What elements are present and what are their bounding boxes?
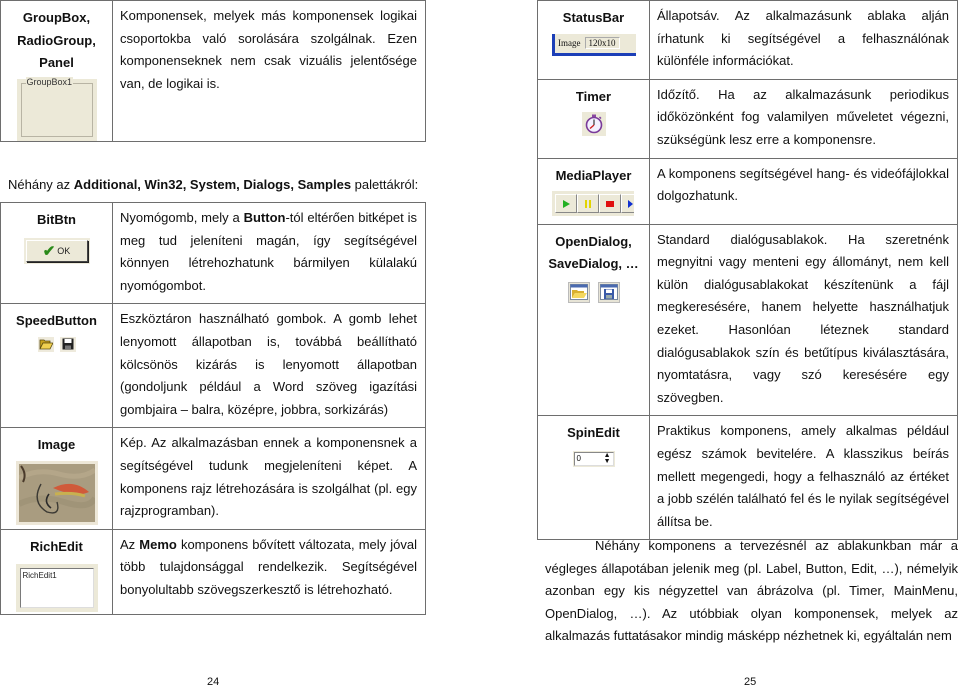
component-name: RadioGroup,: [17, 32, 96, 48]
table-row: MediaPlayer A komponens segítségével han…: [537, 157, 958, 225]
component-name-cell: StatusBar Image 120x10: [537, 0, 650, 80]
palette-names: Additional, Win32, System, Dialogs, Samp…: [73, 177, 352, 192]
section-heading: Néhány az Additional, Win32, System, Dia…: [8, 177, 419, 192]
page-number: 25: [744, 676, 757, 687]
component-description: Standard dialógusablakok. Ha szeretnénk …: [649, 223, 958, 417]
component-name: SpinEdit: [567, 425, 620, 441]
statusbar-panel: 120x10: [584, 37, 620, 50]
component-description: Kép. Az alkalmazásban ennek a komponensn…: [112, 427, 426, 530]
table-row: Image Kép. Az alkalmazásban ennek a komp…: [0, 427, 426, 530]
page-number: 24: [207, 676, 220, 687]
table-row: RichEdit RichEdit1 Az Memo komponens bőv…: [0, 528, 426, 615]
mediaplayer-preview: [552, 191, 634, 217]
component-name-cell: RichEdit RichEdit1: [0, 528, 113, 615]
component-description: Időzítő. Ha az alkalmazásunk periodikus …: [649, 78, 958, 159]
component-name: StatusBar: [562, 10, 625, 25]
richedit-text: RichEdit1: [19, 568, 94, 609]
component-name-cell: Image: [0, 427, 113, 530]
component-name-cell: SpinEdit 0 ▲ ▼: [537, 415, 650, 541]
component-name-cell: SpeedButton: [0, 303, 113, 429]
component-description: Eszköztáron használható gombok. A gomb l…: [112, 303, 426, 429]
component-name: OpenDialog,: [555, 233, 632, 249]
save-disk-icon: [59, 336, 76, 352]
body-paragraph: Néhány komponens a tervezésnél az ablaku…: [545, 538, 958, 644]
table-row: StatusBar Image 120x10 Állapotsáv. Az al…: [537, 0, 958, 80]
table-row: OpenDialog, SaveDialog, … Standard dialó…: [537, 223, 958, 417]
open-folder-icon: [37, 336, 54, 352]
component-name: RichEdit: [30, 538, 83, 554]
component-description: A komponens segítségével hang- és videóf…: [649, 157, 958, 225]
open-dialog-icon: [567, 281, 590, 303]
table-row: GroupBox, RadioGroup, Panel GroupBox1 Ko…: [0, 0, 426, 142]
component-name: Image: [37, 437, 76, 453]
components-table: StatusBar Image 120x10 Állapotsáv. Az al…: [537, 0, 958, 541]
stopwatch-icon: [581, 112, 606, 137]
component-name-cell: OpenDialog, SaveDialog, …: [537, 223, 650, 417]
save-dialog-icon: [597, 281, 620, 303]
component-name: SaveDialog, …: [548, 256, 639, 272]
table-row: BitBtn ✔ OK Nyomógomb, mely a Button-tól …: [0, 201, 426, 305]
component-name-cell: BitBtn ✔ OK: [0, 201, 113, 305]
component-name: Timer: [575, 88, 612, 104]
component-description: Az Memo komponens bővített változata, me…: [112, 528, 426, 615]
table-row: Timer Időzítő. Ha az alkalmazásunk perio…: [537, 78, 958, 159]
table-row: SpinEdit 0 ▲ ▼ Praktikus komponens, amely…: [537, 415, 958, 541]
spinedit-value: 0: [576, 454, 581, 464]
spin-arrows-icon: ▲ ▼: [603, 451, 611, 465]
component-name-cell: Timer: [537, 78, 650, 159]
statusbar-preview: Image 120x10: [552, 33, 636, 56]
image-preview: [15, 460, 98, 525]
component-name: Panel: [39, 55, 74, 71]
components-table: BitBtn ✔ OK Nyomógomb, mely a Button-tól …: [0, 201, 426, 615]
dialog-icons: [538, 281, 649, 303]
groupbox-table: GroupBox, RadioGroup, Panel GroupBox1 Ko…: [0, 0, 426, 142]
component-description: Nyomógomb, mely a Button-tól eltérően bi…: [112, 201, 426, 305]
component-description: Komponensek, melyek más komponensek logi…: [112, 0, 426, 142]
component-name: SpeedButton: [16, 313, 97, 329]
groupbox-caption: GroupBox1: [25, 76, 74, 87]
spinedit-preview: 0 ▲ ▼: [572, 450, 615, 467]
right-page: StatusBar Image 120x10 Állapotsáv. Az al…: [537, 0, 960, 687]
table-row: SpeedButton Eszköztáron használható gomb…: [0, 303, 426, 429]
pause-icon: [577, 194, 599, 214]
checkmark-icon: ✔: [42, 242, 56, 260]
stop-icon: [599, 194, 621, 214]
component-name: GroupBox,: [22, 10, 91, 25]
next-icon: [621, 194, 634, 214]
component-name: BitBtn: [37, 212, 76, 227]
richedit-preview: RichEdit1: [15, 564, 98, 613]
groupbox-preview: GroupBox1: [16, 76, 97, 141]
speedbutton-preview: [1, 336, 112, 352]
component-name-cell: GroupBox, RadioGroup, Panel GroupBox1: [0, 0, 113, 142]
component-description: Állapotsáv. Az alkalmazásunk ablaka aljá…: [649, 0, 958, 80]
play-icon: [555, 194, 577, 214]
statusbar-panel: Image: [558, 38, 581, 49]
component-description: Praktikus komponens, amely alkalmas péld…: [649, 415, 958, 541]
fishing-fly-image: [18, 463, 95, 522]
left-page: GroupBox, RadioGroup, Panel GroupBox1 Ko…: [0, 0, 430, 687]
bitbtn-preview: ✔ OK: [23, 237, 90, 264]
component-name: MediaPlayer: [555, 167, 632, 183]
component-name-cell: MediaPlayer: [537, 157, 650, 225]
